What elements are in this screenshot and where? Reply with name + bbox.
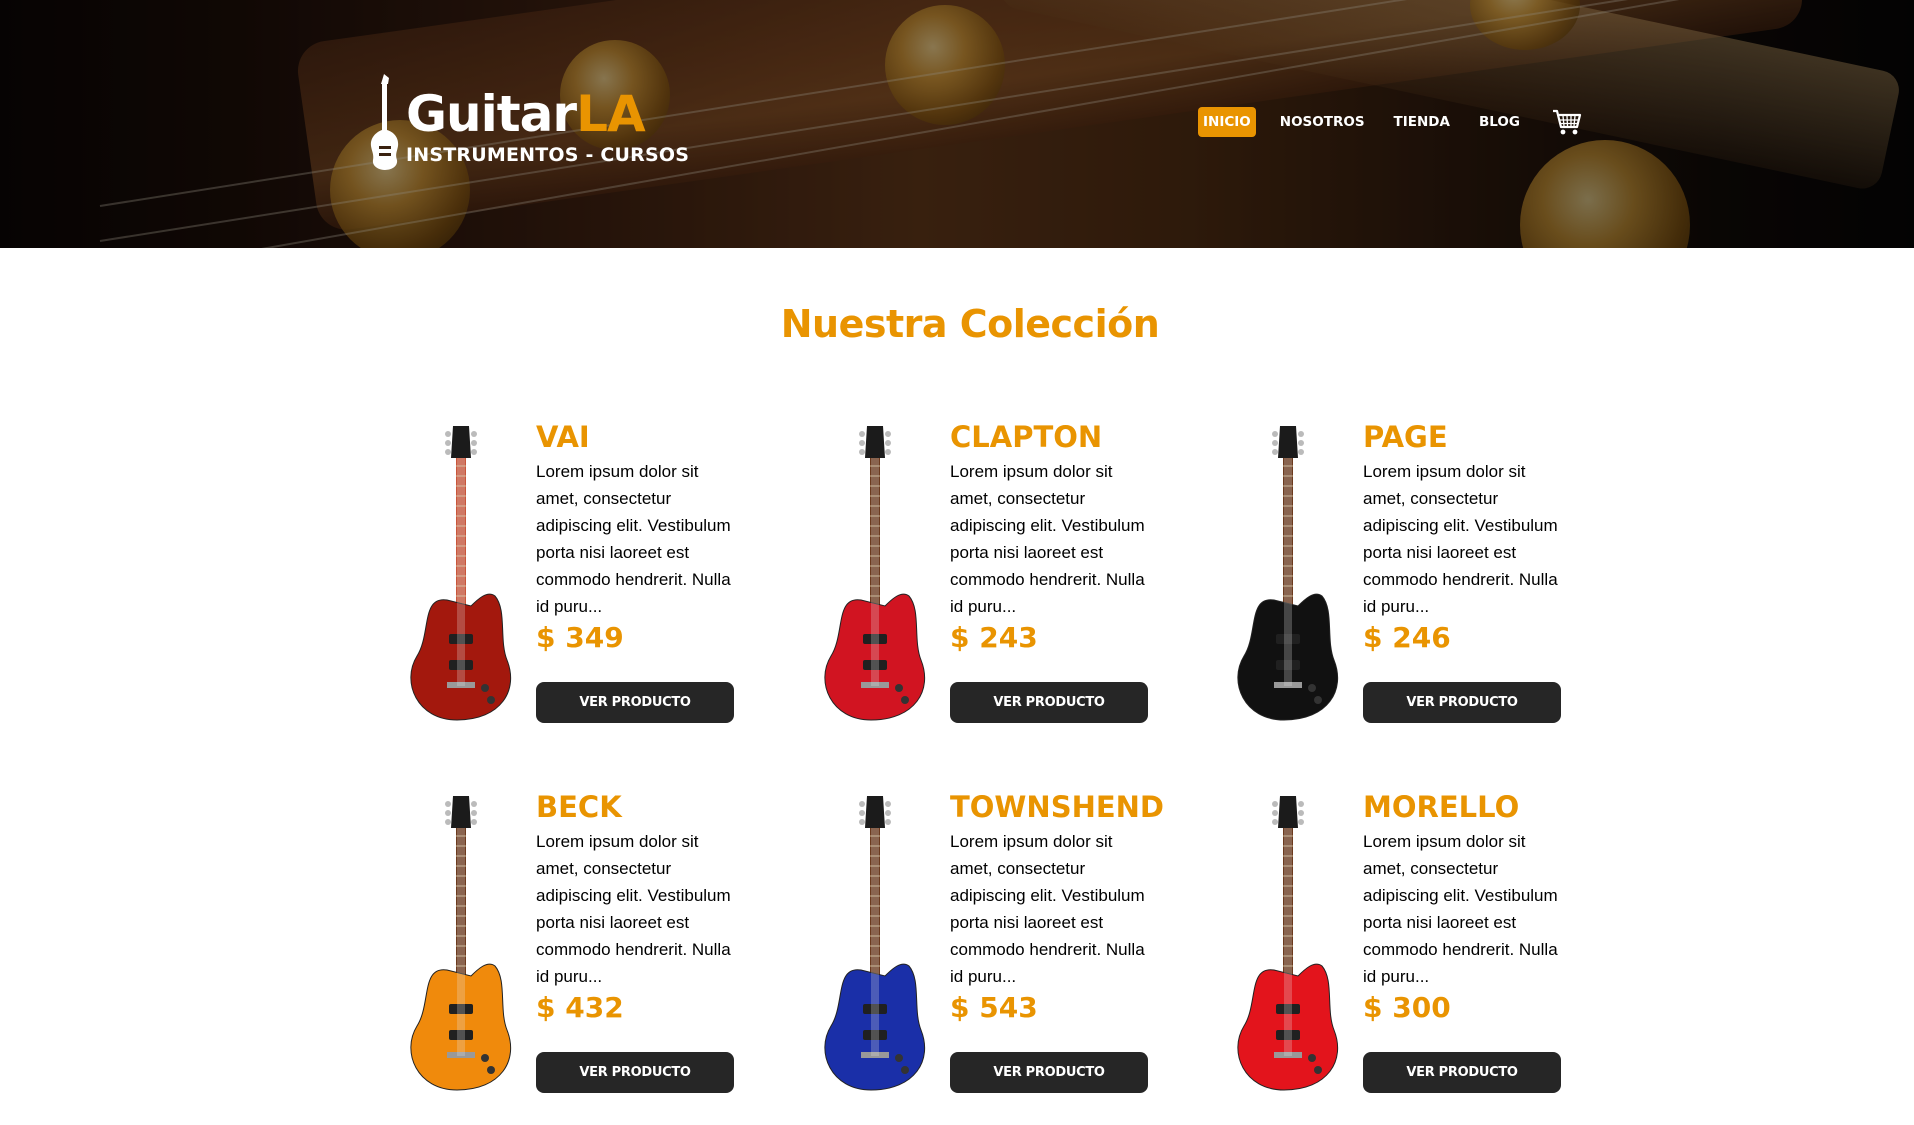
guitar-body bbox=[410, 593, 512, 721]
nav-item-tienda[interactable]: TIENDA bbox=[1389, 107, 1455, 137]
guitar-image bbox=[824, 426, 926, 721]
guitar-headstock bbox=[865, 426, 885, 458]
product-card: PAGE Lorem ipsum dolor sit amet, consect… bbox=[1223, 420, 1603, 740]
product-name: VAI bbox=[536, 420, 590, 454]
view-product-button[interactable]: VER PRODUCTO bbox=[1363, 682, 1561, 723]
brand-name-orange: LA bbox=[576, 85, 646, 143]
guitar-body bbox=[1237, 963, 1339, 1091]
guitar-neck bbox=[1283, 828, 1293, 978]
guitar-image bbox=[1237, 426, 1339, 721]
product-name: PAGE bbox=[1363, 420, 1448, 454]
guitar-shape bbox=[824, 426, 926, 721]
view-product-button[interactable]: VER PRODUCTO bbox=[1363, 1052, 1561, 1093]
brand-name: GuitarLA bbox=[406, 85, 646, 143]
guitar-headstock bbox=[1278, 796, 1298, 828]
guitar-shape bbox=[1237, 796, 1339, 1091]
guitar-shape bbox=[1237, 426, 1339, 721]
view-product-button[interactable]: VER PRODUCTO bbox=[950, 682, 1148, 723]
product-card: CLAPTON Lorem ipsum dolor sit amet, cons… bbox=[810, 420, 1190, 740]
guitar-image bbox=[410, 426, 512, 721]
product-description: Lorem ipsum dolor sit amet, consectetur … bbox=[536, 832, 731, 986]
guitar-headstock bbox=[451, 426, 471, 458]
guitar-neck bbox=[456, 458, 466, 608]
product-name: CLAPTON bbox=[950, 420, 1103, 454]
site-logo[interactable]: GuitarLA INSTRUMENTOS - CURSOS bbox=[370, 72, 689, 172]
guitar-headstock bbox=[865, 796, 885, 828]
brand-name-white: Guitar bbox=[406, 85, 577, 143]
guitar-body bbox=[410, 963, 512, 1091]
product-card: MORELLO Lorem ipsum dolor sit amet, cons… bbox=[1223, 790, 1603, 1110]
cart-icon[interactable] bbox=[1552, 108, 1582, 136]
view-product-button[interactable]: VER PRODUCTO bbox=[536, 1052, 734, 1093]
nav-item-blog[interactable]: BLOG bbox=[1474, 107, 1525, 137]
guitar-neck bbox=[456, 828, 466, 978]
guitar-shape bbox=[410, 796, 512, 1091]
product-price: $ 432 bbox=[536, 991, 624, 1024]
guitar-logo-icon bbox=[370, 74, 399, 170]
nav-item-nosotros[interactable]: NOSOTROS bbox=[1275, 107, 1370, 137]
guitar-body bbox=[824, 593, 926, 721]
product-card: VAI Lorem ipsum dolor sit amet, consecte… bbox=[396, 420, 776, 740]
guitar-neck bbox=[870, 458, 880, 608]
product-name: MORELLO bbox=[1363, 790, 1520, 824]
guitar-neck bbox=[870, 828, 880, 978]
product-name: BECK bbox=[536, 790, 622, 824]
guitar-image bbox=[824, 796, 926, 1091]
guitar-body bbox=[824, 963, 926, 1091]
product-description: Lorem ipsum dolor sit amet, consectetur … bbox=[1363, 462, 1558, 616]
guitar-image bbox=[1237, 796, 1339, 1091]
product-description: Lorem ipsum dolor sit amet, consectetur … bbox=[950, 462, 1145, 616]
product-description: Lorem ipsum dolor sit amet, consectetur … bbox=[536, 462, 731, 616]
view-product-button[interactable]: VER PRODUCTO bbox=[950, 1052, 1148, 1093]
brand-tagline: INSTRUMENTOS - CURSOS bbox=[406, 144, 690, 166]
guitar-headstock bbox=[1278, 426, 1298, 458]
product-price: $ 246 bbox=[1363, 621, 1451, 654]
header-overlay bbox=[0, 0, 1914, 248]
product-card: TOWNSHEND Lorem ipsum dolor sit amet, co… bbox=[810, 790, 1190, 1110]
guitar-body bbox=[1237, 593, 1339, 721]
product-card: BECK Lorem ipsum dolor sit amet, consect… bbox=[396, 790, 776, 1110]
product-description: Lorem ipsum dolor sit amet, consectetur … bbox=[950, 832, 1145, 986]
view-product-button[interactable]: VER PRODUCTO bbox=[536, 682, 734, 723]
product-price: $ 543 bbox=[950, 991, 1038, 1024]
product-name: TOWNSHEND bbox=[950, 790, 1165, 824]
main-nav: INICIO NOSOTROS TIENDA BLOG bbox=[1198, 106, 1582, 138]
guitar-shape bbox=[410, 426, 512, 721]
guitar-shape bbox=[824, 796, 926, 1091]
guitar-image bbox=[410, 796, 512, 1091]
site-header: GuitarLA INSTRUMENTOS - CURSOS INICIO NO… bbox=[0, 0, 1914, 248]
section-title: Nuestra Colección bbox=[780, 302, 1160, 346]
nav-item-inicio[interactable]: INICIO bbox=[1198, 107, 1256, 137]
product-price: $ 243 bbox=[950, 621, 1038, 654]
guitar-headstock bbox=[451, 796, 471, 828]
product-description: Lorem ipsum dolor sit amet, consectetur … bbox=[1363, 832, 1558, 986]
product-price: $ 300 bbox=[1363, 991, 1451, 1024]
guitar-neck bbox=[1283, 458, 1293, 608]
product-price: $ 349 bbox=[536, 621, 624, 654]
